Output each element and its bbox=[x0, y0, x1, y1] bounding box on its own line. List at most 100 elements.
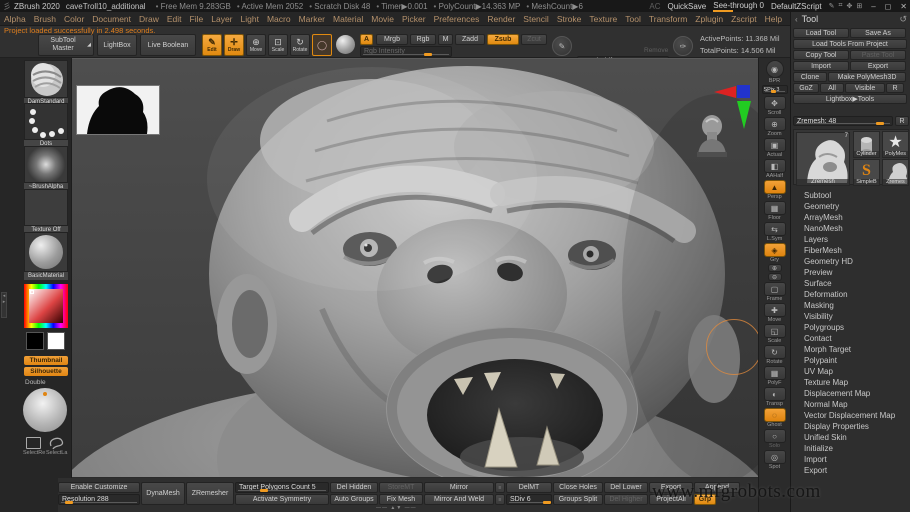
groups-split-button[interactable]: Groups Split bbox=[553, 494, 603, 505]
tool-panel-button[interactable]: All bbox=[820, 83, 844, 93]
brush-slot[interactable]: DamStandard bbox=[24, 60, 68, 106]
scale-mode-button[interactable]: ⊡ Scale bbox=[268, 34, 288, 56]
dynamesh-button[interactable]: DynaMesh bbox=[141, 482, 185, 505]
right-shelf-button[interactable]: ✚ Move bbox=[763, 303, 786, 323]
current-material-ball[interactable] bbox=[336, 35, 355, 54]
spix-slider[interactable]: SPix 3 bbox=[761, 85, 788, 94]
right-shelf-button[interactable]: ◱ Scale bbox=[763, 324, 786, 344]
silhouette-toggle[interactable]: Silhouette bbox=[24, 367, 68, 376]
subpalette-item[interactable]: Layers bbox=[791, 234, 910, 245]
tool-panel-button[interactable]: Copy Tool bbox=[793, 50, 849, 60]
menu-item[interactable]: Movie bbox=[371, 14, 394, 24]
subpalette-item[interactable]: Initialize bbox=[791, 443, 910, 454]
tool-panel-button[interactable]: Load Tool bbox=[793, 28, 849, 38]
subpalette-item[interactable]: Visibility bbox=[791, 311, 910, 322]
right-shelf-button[interactable]: ◎ Spot bbox=[763, 450, 786, 470]
rotate-mode-button[interactable]: ↻ Rotate bbox=[290, 34, 310, 56]
tool-slot[interactable]: Zremes bbox=[882, 159, 909, 186]
stroke-picker-icon[interactable]: ✎ bbox=[552, 36, 572, 56]
right-shelf-button[interactable]: ⊕ bbox=[767, 264, 782, 272]
del-lower-button[interactable]: Del Lower bbox=[604, 482, 648, 493]
see-through-slider[interactable]: See-through 0 bbox=[713, 1, 764, 12]
right-shelf-button[interactable]: ✥ Scroll bbox=[763, 96, 786, 116]
menu-item[interactable]: Render bbox=[487, 14, 515, 24]
subtool-master-button[interactable]: SubTool Master ◢ bbox=[38, 34, 94, 56]
auto-groups-button[interactable]: Auto Groups bbox=[330, 494, 378, 505]
del-higher-button[interactable]: Del Higher bbox=[604, 494, 648, 505]
subpalette-item[interactable]: Export bbox=[791, 465, 910, 476]
zsub-button[interactable]: Zsub bbox=[487, 34, 519, 45]
menu-item[interactable]: Tool bbox=[625, 14, 641, 24]
menu-item[interactable]: Preferences bbox=[434, 14, 480, 24]
quicksave-button[interactable]: QuickSave bbox=[668, 2, 707, 11]
subpalette-item[interactable]: Preview bbox=[791, 267, 910, 278]
subpalette-item[interactable]: Displacement Map bbox=[791, 388, 910, 399]
subpalette-item[interactable]: Display Properties bbox=[791, 421, 910, 432]
texture-slot[interactable]: Texture Off bbox=[24, 189, 68, 234]
bpr-button[interactable]: ◉ BPR bbox=[765, 60, 784, 84]
mirror-button[interactable]: Mirror bbox=[424, 482, 494, 493]
menu-item[interactable]: Texture bbox=[589, 14, 617, 24]
secondary-color-swatch[interactable] bbox=[47, 332, 65, 350]
close-holes-button[interactable]: Close Holes bbox=[553, 482, 603, 493]
live-boolean-button[interactable]: Live Boolean bbox=[140, 34, 196, 56]
mini-toggle-icon[interactable]: ≡ bbox=[495, 482, 505, 493]
rgb-intensity-slider[interactable]: Rgb Intensity bbox=[360, 46, 452, 57]
zcut-button[interactable]: Zcut bbox=[521, 34, 547, 45]
tool-panel-header[interactable]: ‹ Tool ↺ bbox=[791, 12, 910, 26]
thumbnail-toggle[interactable]: Thumbnail bbox=[24, 356, 68, 365]
mrgb-button[interactable]: Mrgb bbox=[376, 34, 408, 45]
preview-sphere[interactable] bbox=[23, 388, 67, 432]
menu-item[interactable]: Light bbox=[241, 14, 259, 24]
zadd-button[interactable]: Zadd bbox=[455, 34, 485, 45]
zremesh-r-button[interactable]: R bbox=[895, 116, 909, 126]
subpalette-item[interactable]: Polypaint bbox=[791, 355, 910, 366]
rgb-button[interactable]: Rgb bbox=[410, 34, 436, 45]
right-shelf-button[interactable]: ▦ Floor bbox=[763, 201, 786, 221]
tool-panel-button[interactable]: R bbox=[886, 83, 904, 93]
menu-item[interactable]: Stroke bbox=[557, 14, 582, 24]
menu-item[interactable]: Document bbox=[92, 14, 131, 24]
enable-customize-button[interactable]: Enable Customize bbox=[58, 482, 140, 493]
subpalette-item[interactable]: Deformation bbox=[791, 289, 910, 300]
tool-panel-button[interactable]: Export bbox=[850, 61, 906, 71]
titlebar-tool-icon[interactable]: ⊞ bbox=[856, 2, 862, 10]
active-tool-thumbnail[interactable]: 7 Zremesh bbox=[796, 132, 850, 186]
right-shelf-button[interactable]: ▲ Persp bbox=[763, 180, 786, 200]
menu-item[interactable]: Stencil bbox=[523, 14, 549, 24]
menu-item[interactable]: Material bbox=[333, 14, 363, 24]
subpalette-item[interactable]: Import bbox=[791, 454, 910, 465]
right-shelf-button[interactable]: ◌ Ghost bbox=[763, 408, 786, 428]
edit-mode-button[interactable]: ✎ Edit bbox=[202, 34, 222, 56]
lightbox-button[interactable]: LightBox bbox=[97, 34, 137, 56]
right-shelf-button[interactable]: ▣ Actual bbox=[763, 138, 786, 158]
tool-panel-button[interactable]: Save As bbox=[850, 28, 906, 38]
menu-item[interactable]: Brush bbox=[34, 14, 56, 24]
viewport-canvas[interactable] bbox=[72, 58, 758, 477]
menu-item[interactable]: Alpha bbox=[4, 14, 26, 24]
default-zscript-button[interactable]: DefaultZScript bbox=[771, 2, 822, 11]
resolution-slider[interactable]: Resolution 288 bbox=[58, 494, 140, 505]
alpha-slot[interactable]: ~BrushAlpha bbox=[24, 146, 68, 191]
titlebar-tool-icon[interactable]: ⌗ bbox=[839, 2, 843, 10]
lazy-mouse-icon[interactable]: ✑ bbox=[673, 36, 693, 56]
zremesher-button[interactable]: ZRemesher bbox=[186, 482, 234, 505]
menu-item[interactable]: Marker bbox=[299, 14, 325, 24]
draw-mode-button[interactable]: ✛ Draw bbox=[224, 34, 244, 56]
right-shelf-button[interactable]: ○ Solo bbox=[763, 429, 786, 449]
shelf-resize-handle[interactable]: —— ▲▼ —— bbox=[376, 505, 417, 511]
right-shelf-button[interactable]: ⊖ bbox=[767, 273, 782, 281]
tool-panel-button[interactable]: Paste Tool bbox=[850, 50, 906, 60]
move-mode-button[interactable]: ⊕ Move bbox=[246, 34, 266, 56]
tool-panel-button[interactable]: Load Tools From Project bbox=[793, 39, 907, 49]
right-shelf-button[interactable]: ◐ Transp bbox=[763, 387, 786, 407]
menu-item[interactable]: Zscript bbox=[731, 14, 757, 24]
stroke-slot[interactable]: Dots bbox=[24, 103, 68, 148]
anchor-a-button[interactable]: A bbox=[360, 34, 373, 45]
current-brush-button[interactable]: ◯ bbox=[312, 34, 332, 56]
menu-item[interactable]: Draw bbox=[139, 14, 159, 24]
zremesh-slider[interactable]: Zremesh: 48 bbox=[793, 116, 893, 126]
menu-item[interactable]: File bbox=[190, 14, 204, 24]
subpalette-item[interactable]: FiberMesh bbox=[791, 245, 910, 256]
menu-item[interactable]: Macro bbox=[267, 14, 291, 24]
